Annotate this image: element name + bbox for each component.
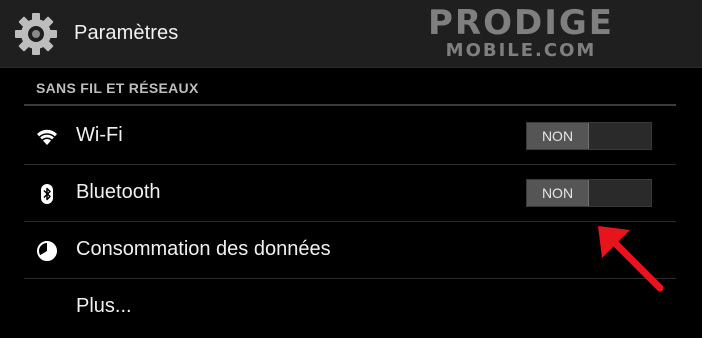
setting-item-data-usage[interactable]: Consommation des données [24,222,676,279]
bluetooth-toggle-state: NON [527,180,589,206]
page-title: Paramètres [74,22,179,44]
wifi-toggle-state: NON [527,123,589,149]
setting-item-bluetooth[interactable]: Bluetooth NON [24,165,676,222]
wifi-icon [37,129,57,145]
annotation-arrow-icon [598,226,664,292]
section-header: SANS FIL ET RÉSEAUX [24,68,676,106]
gear-icon[interactable] [12,10,60,58]
setting-label-bluetooth: Bluetooth [76,181,161,203]
setting-label-data-usage: Consommation des données [76,238,331,260]
bluetooth-icon [41,184,53,204]
data-usage-icon [37,241,57,261]
setting-label-wifi: Wi-Fi [76,124,123,146]
setting-item-more[interactable]: Plus... [24,279,676,336]
section-title: SANS FIL ET RÉSEAUX [36,80,199,96]
action-bar: Paramètres PRODIGE MOBILE.COM [0,0,702,68]
watermark-line1: PRODIGE [427,3,614,43]
bluetooth-toggle[interactable]: NON [526,179,652,207]
watermark-logo: PRODIGE MOBILE.COM [406,6,636,64]
wifi-toggle[interactable]: NON [526,122,652,150]
setting-item-wifi[interactable]: Wi-Fi NON [24,108,676,165]
setting-label-more: Plus... [76,295,132,317]
watermark-line2: MOBILE.COM [445,40,597,61]
settings-list: SANS FIL ET RÉSEAUX Wi-Fi NON Bluetooth … [0,68,702,338]
